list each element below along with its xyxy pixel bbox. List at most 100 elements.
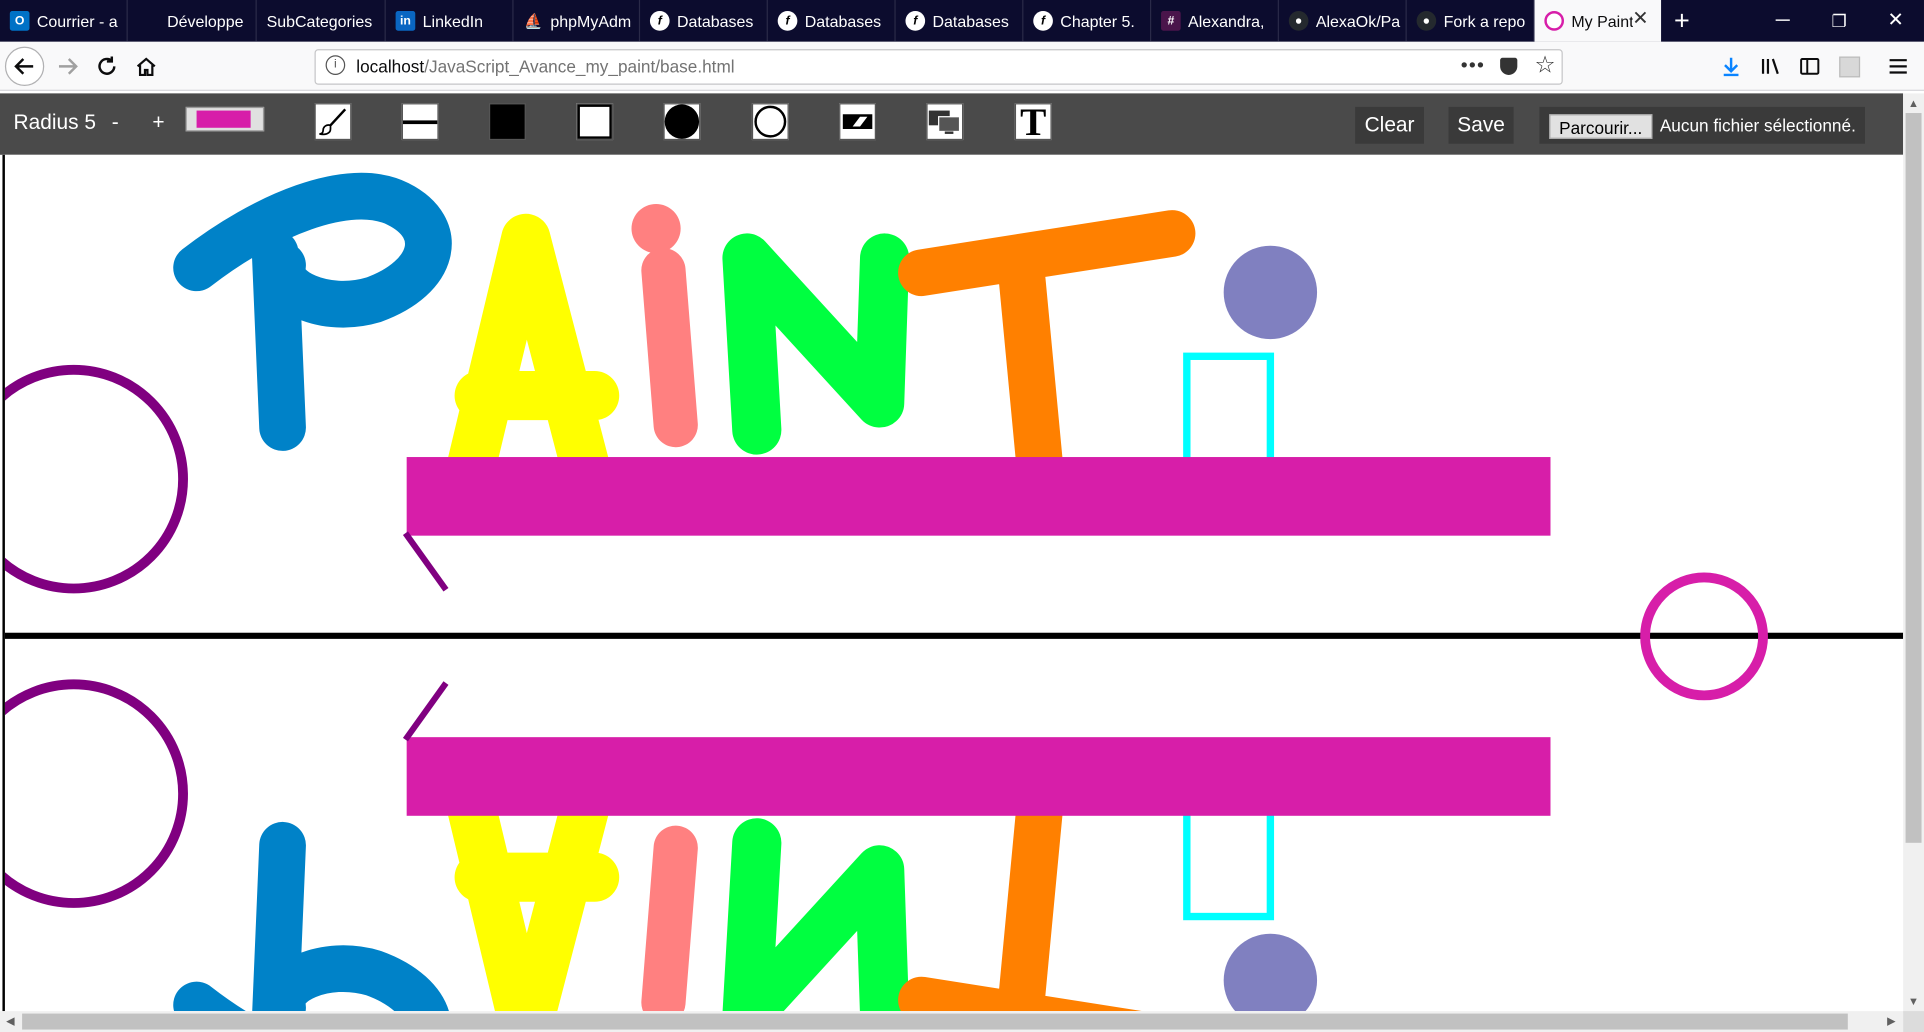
browser-window: O Courrier - a Développe SubCategories i… <box>0 0 1924 1032</box>
monitors-icon <box>928 110 961 134</box>
tab-linkedin[interactable]: in LinkedIn <box>386 0 514 42</box>
minimize-button[interactable]: ─ <box>1754 0 1811 42</box>
browse-button[interactable]: Parcourir... <box>1549 114 1653 139</box>
tab-strip: O Courrier - a Développe SubCategories i… <box>0 0 1924 42</box>
extension-icon <box>1838 55 1860 77</box>
magenta-filled-rectangle <box>406 457 1551 536</box>
url-host: localhost <box>356 56 425 77</box>
radius-increase-button[interactable]: + <box>152 111 164 136</box>
violet-filled-circle <box>1223 933 1318 1012</box>
color-picker[interactable] <box>185 106 265 132</box>
tab-databases-2[interactable]: f Databases <box>768 0 896 42</box>
line-icon <box>402 120 438 125</box>
reload-button[interactable] <box>88 48 125 85</box>
violet-filled-circle <box>1223 245 1318 340</box>
empty-circle-tool[interactable] <box>751 103 789 141</box>
canvas-drawing <box>4 172 1904 1012</box>
tab-subcategories[interactable]: SubCategories <box>257 0 386 42</box>
empty-rectangle-tool[interactable] <box>576 103 614 141</box>
back-button[interactable] <box>4 46 45 87</box>
tab-databases-1[interactable]: f Databases <box>640 0 768 42</box>
navigation-bar: i localhost/JavaScript_Avance_my_paint/b… <box>0 41 1924 91</box>
symfony-icon: f <box>905 11 926 31</box>
filled-rectangle-tool[interactable] <box>488 103 526 141</box>
horizontal-scroll-thumb[interactable] <box>22 1013 1848 1030</box>
library-icon <box>1761 58 1779 75</box>
tab-phpmyadmin[interactable]: ⛵ phpMyAdm <box>514 0 641 42</box>
tab-label: Courrier - a <box>36 11 118 31</box>
downloads-button[interactable] <box>1713 48 1750 85</box>
home-icon <box>136 57 156 77</box>
scroll-right-icon[interactable]: ▶ <box>1887 1015 1896 1029</box>
symfony-icon: f <box>649 11 670 31</box>
color-picker-swatch <box>196 110 251 128</box>
text-t-icon: T <box>1020 99 1047 144</box>
tab-label: Alexandra, <box>1188 11 1265 31</box>
home-button[interactable] <box>128 48 165 85</box>
line-tool[interactable] <box>401 103 439 141</box>
tab-github-alexaok[interactable]: ● AlexaOk/Pa <box>1279 0 1407 42</box>
salmon-letter-i <box>641 248 698 448</box>
download-icon <box>1723 57 1739 77</box>
scroll-left-icon[interactable]: ◀ <box>6 1015 15 1029</box>
tab-chapter5[interactable]: f Chapter 5. <box>1023 0 1152 42</box>
tab-label: Databases <box>676 11 754 31</box>
text-tool[interactable]: T <box>1014 99 1052 144</box>
bookmark-star-icon[interactable]: ☆ <box>1535 52 1556 80</box>
tab-developpe[interactable]: Développe <box>128 0 257 42</box>
close-tab-icon[interactable]: ✕ <box>1632 9 1648 30</box>
pocket-icon[interactable] <box>1500 57 1518 75</box>
forward-button[interactable] <box>49 48 86 85</box>
close-window-button[interactable]: ✕ <box>1867 0 1924 42</box>
mirror-tool[interactable] <box>926 103 964 141</box>
clear-button[interactable]: Clear <box>1355 106 1424 144</box>
tab-databases-3[interactable]: f Databases <box>896 0 1024 42</box>
no-file-label: Aucun fichier sélectionné. <box>1659 115 1856 136</box>
back-arrow-icon <box>14 58 34 75</box>
tab-label: Databases <box>804 11 882 31</box>
address-bar[interactable]: i localhost/JavaScript_Avance_my_paint/b… <box>314 49 1563 85</box>
tab-label: LinkedIn <box>422 11 484 31</box>
symfony-icon: f <box>1033 11 1053 31</box>
slack-icon: # <box>1161 11 1181 31</box>
yellow-letter-a <box>444 213 620 499</box>
tab-github-fork[interactable]: ● Fork a repo <box>1407 0 1535 42</box>
scroll-up-icon[interactable]: ▲ <box>1908 97 1919 109</box>
vertical-scrollbar[interactable]: ▲ ▼ <box>1903 93 1924 1013</box>
sidebar-button[interactable] <box>1791 48 1828 85</box>
brush-tool[interactable] <box>314 103 352 141</box>
mirror-axis-line <box>4 632 1904 639</box>
salmon-dot <box>631 203 681 254</box>
salmon-letter-i <box>641 825 698 1012</box>
drawing-canvas[interactable] <box>2 154 1904 1012</box>
radius-decrease-button[interactable]: - <box>112 111 119 136</box>
tab-slack[interactable]: # Alexandra, <box>1151 0 1279 42</box>
url-path: /JavaScript_Avance_my_paint/base.html <box>424 56 735 77</box>
extension-button[interactable] <box>1831 48 1868 85</box>
brush-icon <box>319 108 347 136</box>
filled-circle-tool[interactable] <box>663 103 701 141</box>
site-info-icon[interactable]: i <box>325 55 346 75</box>
tab-my-paint[interactable]: My Paint ✕ <box>1534 0 1662 42</box>
vertical-scroll-thumb[interactable] <box>1905 113 1922 843</box>
restore-button[interactable]: ❐ <box>1811 0 1868 42</box>
tab-label: SubCategories <box>266 11 373 31</box>
library-button[interactable] <box>1752 48 1789 85</box>
file-input[interactable]: Parcourir... Aucun fichier sélectionné. <box>1539 106 1866 144</box>
save-button[interactable]: Save <box>1448 106 1514 144</box>
horizontal-scrollbar[interactable]: ◀ ▶ <box>0 1011 1904 1032</box>
new-tab-button[interactable]: + <box>1666 5 1698 37</box>
tab-label: phpMyAdm <box>550 11 632 31</box>
eraser-tool[interactable] <box>839 103 876 141</box>
tab-courrier[interactable]: O Courrier - a <box>0 0 128 42</box>
page-actions-icon[interactable]: ••• <box>1461 55 1485 77</box>
scroll-down-icon[interactable]: ▼ <box>1908 995 1919 1007</box>
purple-circle-outline <box>4 679 188 908</box>
filled-circle-icon <box>664 104 700 139</box>
green-letter-n <box>722 818 910 1012</box>
tab-label: AlexaOk/Pa <box>1315 11 1401 31</box>
github-icon: ● <box>1288 11 1309 31</box>
purple-slash-line <box>402 531 449 592</box>
menu-button[interactable] <box>1880 48 1917 85</box>
radius-label: Radius 5 <box>13 110 96 134</box>
